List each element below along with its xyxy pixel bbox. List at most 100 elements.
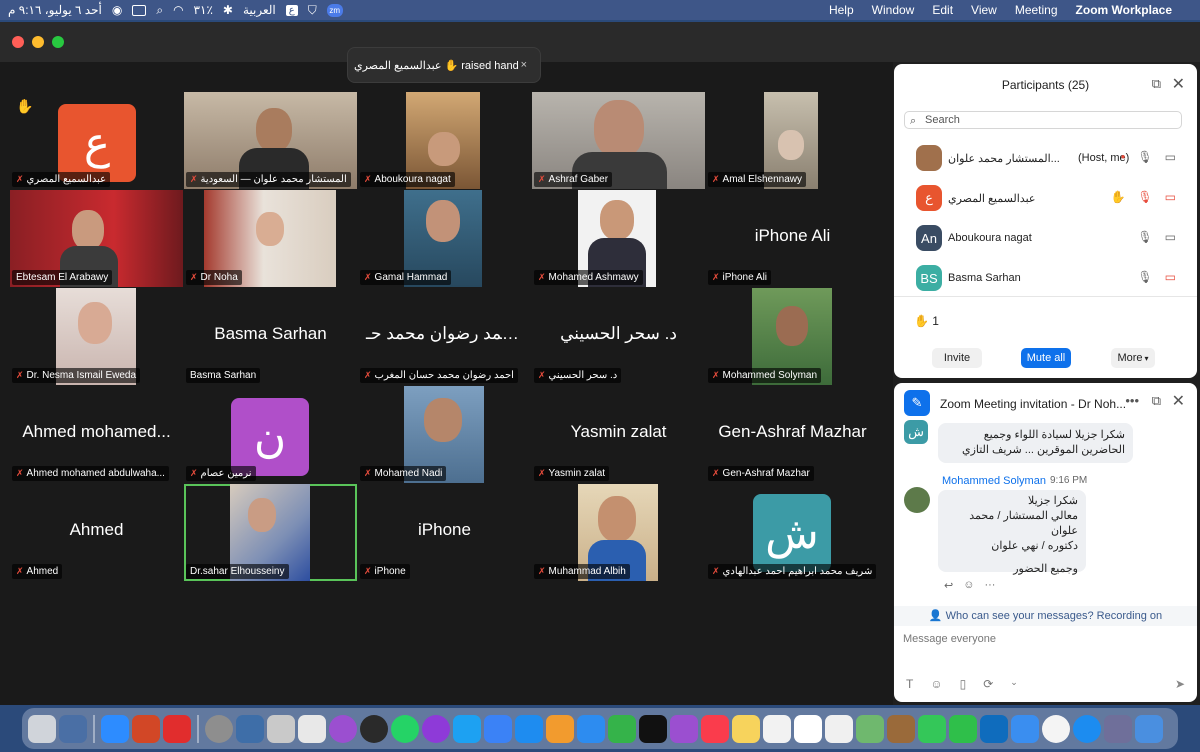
video-tile[interactable]: ✗ Amal Elshennawy xyxy=(706,92,879,189)
finder-trash-icon[interactable] xyxy=(28,714,56,743)
more-icon[interactable]: ··· xyxy=(984,579,995,592)
video-tile[interactable]: ✗ Mohammed Solyman xyxy=(706,288,879,385)
printer-icon[interactable] xyxy=(298,714,326,743)
screenshot-icon[interactable]: ⟳ xyxy=(983,677,993,691)
participant-row[interactable]: ع عبدالسميع المصري ✋ 🎙 ▭ xyxy=(916,184,1186,212)
maps-icon[interactable] xyxy=(856,714,884,743)
close-window-button[interactable] xyxy=(12,36,24,48)
chat-title[interactable]: Zoom Meeting invitation - Dr Noh... xyxy=(940,397,1126,411)
contacts-icon[interactable] xyxy=(887,714,915,743)
chrome-icon[interactable] xyxy=(1042,714,1070,743)
more-button[interactable]: More ▾ xyxy=(1111,348,1155,368)
video-tile[interactable]: Ebtesam El Arabawy xyxy=(10,190,183,287)
messages-icon[interactable] xyxy=(918,714,946,743)
video-tile[interactable]: احمد رضوان محمد حـ... ✗ احمد رضوان محمد ح… xyxy=(358,288,531,385)
video-tile[interactable]: د. سحر الحسيني ✗ د. سحر الحسيني xyxy=(532,288,705,385)
video-tile[interactable]: ✗ Ashraf Gaber xyxy=(532,92,705,189)
fitness-icon[interactable] xyxy=(360,714,388,743)
facetime-icon[interactable] xyxy=(949,714,977,743)
sender-name[interactable]: Mohammed Solyman xyxy=(942,475,1046,487)
video-camera-icon[interactable]: ▭ xyxy=(1165,230,1176,244)
whatsapp-icon[interactable] xyxy=(391,714,419,743)
menu-view[interactable]: View xyxy=(971,3,997,17)
compose-icon[interactable]: ✎ xyxy=(904,390,930,416)
zoom-icon[interactable] xyxy=(101,714,129,743)
mail-icon[interactable] xyxy=(1011,714,1039,743)
messenger-icon[interactable] xyxy=(422,714,450,743)
numbers-icon[interactable] xyxy=(608,714,636,743)
close-icon[interactable]: ✕ xyxy=(1172,391,1185,411)
video-tile[interactable]: ✗ Dr Noha xyxy=(184,190,357,287)
system-settings-icon[interactable] xyxy=(205,714,233,743)
video-tile[interactable]: ✗ Aboukoura nagat xyxy=(358,92,531,189)
more-options-icon[interactable]: ••• xyxy=(1125,393,1139,408)
send-icon[interactable]: ➤ xyxy=(1175,677,1185,691)
mute-all-button[interactable]: Mute all xyxy=(1021,348,1071,368)
reminders-icon[interactable] xyxy=(763,714,791,743)
siri-icon[interactable] xyxy=(329,714,357,743)
acrobat-icon[interactable] xyxy=(163,714,191,743)
message-input[interactable]: Message everyone xyxy=(903,633,996,645)
archive-icon[interactable] xyxy=(267,714,295,743)
text-format-icon[interactable]: T xyxy=(906,677,913,691)
emoji-icon[interactable]: ☺ xyxy=(930,677,942,691)
participant-row[interactable]: BS Basma Sarhan 🎙 ▭ xyxy=(916,264,1186,292)
launchpad-icon[interactable] xyxy=(59,714,87,743)
video-tile[interactable]: Ahmed ✗ Ahmed xyxy=(10,484,183,581)
language-menu[interactable]: العربية xyxy=(243,3,276,17)
defender-icon[interactable] xyxy=(484,714,512,743)
podcasts-icon[interactable] xyxy=(670,714,698,743)
search-input[interactable]: ⌕ Search xyxy=(904,111,1182,129)
video-tile-active-speaker[interactable]: Dr.sahar Elhousseiny xyxy=(184,484,357,581)
bluetooth-icon[interactable]: ✱ xyxy=(223,3,233,17)
apple-tv-icon[interactable] xyxy=(639,714,667,743)
invite-button[interactable]: Invite xyxy=(932,348,982,368)
video-tile[interactable]: ✗ Mohamed Nadi xyxy=(358,386,531,483)
video-tile[interactable]: ش ✗ شريف محمد ابراهيم احمد عبدالهادي xyxy=(706,484,879,581)
video-tile[interactable]: ع ✋ ✗ عبدالسميع المصري xyxy=(10,92,183,189)
mic-icon[interactable]: 🎙 xyxy=(1137,270,1152,284)
visibility-notice[interactable]: 👤 Who can see your messages? Recording o… xyxy=(894,606,1197,626)
photos-icon[interactable] xyxy=(825,714,853,743)
video-camera-icon[interactable]: ▭ xyxy=(1165,150,1176,164)
search-icon[interactable]: ⌕ xyxy=(156,3,163,18)
mic-icon[interactable]: 🎙 xyxy=(1137,230,1152,244)
outlook-icon[interactable] xyxy=(980,714,1008,743)
clock[interactable]: أحد ٦ يوليو، ٩:١٦ م xyxy=(8,3,102,17)
zoom-status-icon[interactable]: zm xyxy=(326,3,343,17)
menu-window[interactable]: Window xyxy=(872,3,915,17)
file-icon[interactable]: ▯ xyxy=(960,677,967,691)
powerpoint-icon[interactable] xyxy=(132,714,160,743)
keynote-icon[interactable] xyxy=(577,714,605,743)
music-icon[interactable] xyxy=(701,714,729,743)
participant-row[interactable]: المستشار محمد علوان... (Host, me) ● 🎙 ▭ xyxy=(916,144,1186,172)
mic-muted-icon[interactable]: 🎙 xyxy=(1137,190,1152,204)
video-tile[interactable]: iPhone ✗ iPhone xyxy=(358,484,531,581)
video-off-icon[interactable]: ▭ xyxy=(1165,270,1176,284)
video-tile[interactable]: ن ✗ نرمين عصام xyxy=(184,386,357,483)
emoji-icon[interactable]: ☺ xyxy=(963,579,974,592)
pages-icon[interactable] xyxy=(546,714,574,743)
video-tile[interactable]: iPhone Ali ✗ iPhone Ali xyxy=(706,190,879,287)
calendar-icon[interactable] xyxy=(794,714,822,743)
preview-icon[interactable] xyxy=(236,714,264,743)
video-tile[interactable]: Basma Sarhan Basma Sarhan xyxy=(184,288,357,385)
menu-edit[interactable]: Edit xyxy=(932,3,953,17)
mic-icon[interactable]: 🎙 xyxy=(1137,150,1152,164)
participant-row[interactable]: An Aboukoura nagat 🎙 ▭ xyxy=(916,224,1186,252)
video-tile[interactable]: Yasmin zalat ✗ Yasmin zalat xyxy=(532,386,705,483)
app-store-icon[interactable] xyxy=(515,714,543,743)
shield-icon[interactable]: ⛉ xyxy=(308,3,317,18)
launchpad-grid-icon[interactable] xyxy=(1104,714,1132,743)
control-center-icon[interactable] xyxy=(132,4,147,16)
close-icon[interactable]: × xyxy=(521,59,527,71)
video-tile[interactable]: ✗ المستشار محمد علوان — السعودية xyxy=(184,92,357,189)
video-tile[interactable]: Gen-Ashraf Mazhar ✗ Gen-Ashraf Mazhar xyxy=(706,386,879,483)
safari-icon[interactable] xyxy=(1073,714,1101,743)
video-tile[interactable]: ✗ Dr. Nesma Ismail Eweda xyxy=(10,288,183,385)
menu-help[interactable]: Help xyxy=(829,3,854,17)
menu-app-name[interactable]: Zoom Workplace xyxy=(1076,3,1172,17)
reply-icon[interactable]: ↩ xyxy=(944,579,953,592)
popout-icon[interactable]: ⧉ xyxy=(1152,393,1161,409)
video-tile[interactable]: ✗ Muhammad Albih xyxy=(532,484,705,581)
